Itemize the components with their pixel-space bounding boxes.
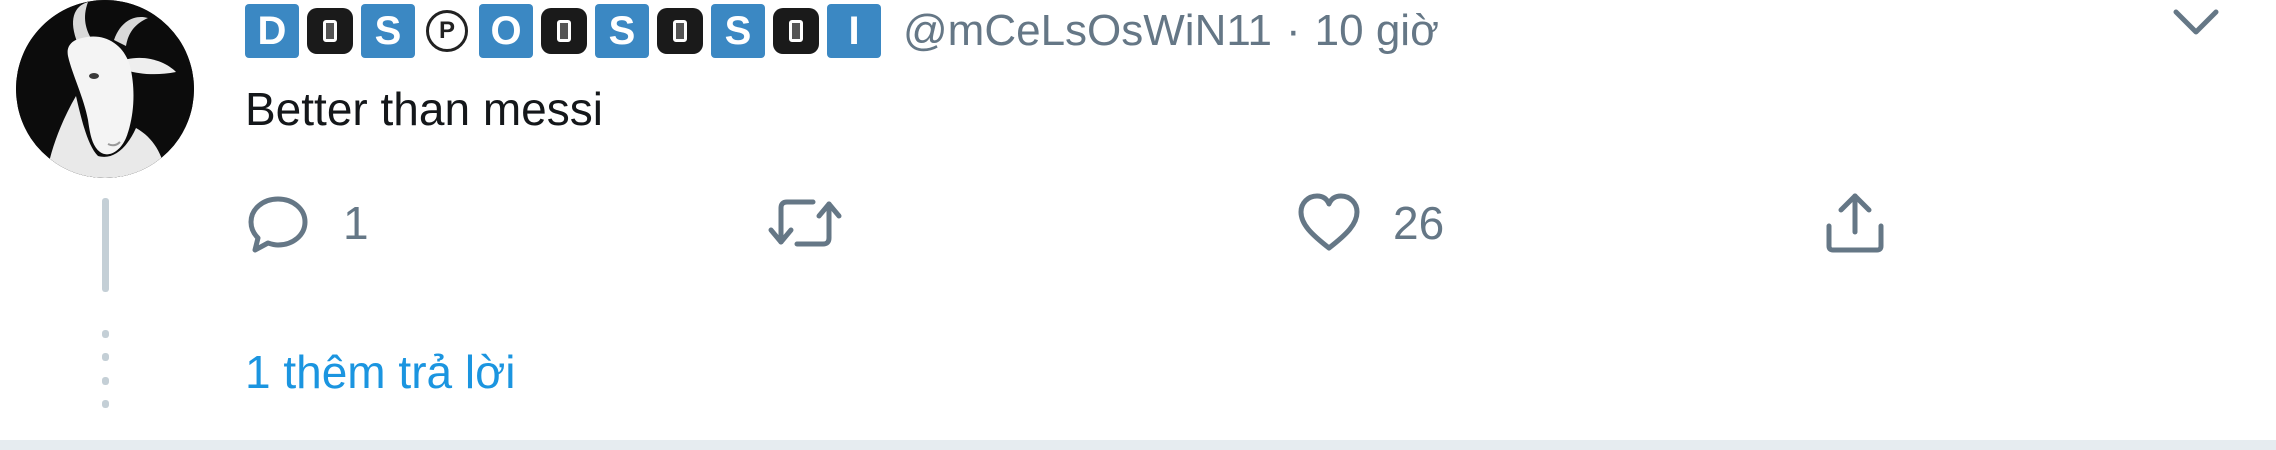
- reply-button[interactable]: 1: [245, 190, 369, 256]
- name-letter-tile: S: [595, 4, 649, 58]
- reply-count: 1: [343, 197, 369, 249]
- user-handle[interactable]: @mCeLsOsWiN11: [903, 6, 1272, 56]
- display-name[interactable]: DSPOSSI: [245, 4, 881, 58]
- reply-icon: [248, 196, 308, 253]
- like-count: 26: [1393, 197, 1445, 249]
- show-more-replies-link[interactable]: 1 thêm trả lời: [245, 345, 515, 399]
- name-symbol-icon: [541, 8, 587, 54]
- retweet-icon: [768, 199, 842, 247]
- name-letter-tile: S: [711, 4, 765, 58]
- divider: [0, 440, 2276, 450]
- chevron-down-icon[interactable]: [2168, 2, 2224, 42]
- tweet-header: DSPOSSI @mCeLsOsWiN11 · 10 giờ: [245, 0, 1439, 62]
- heart-icon: [1298, 193, 1360, 251]
- share-icon: [1826, 193, 1884, 253]
- tweet-text: Better than messi: [245, 83, 603, 135]
- name-letter-tile: I: [827, 4, 881, 58]
- name-symbol-icon: [773, 8, 819, 54]
- name-letter-tile: O: [479, 4, 533, 58]
- share-button[interactable]: [1823, 190, 1887, 256]
- timestamp[interactable]: 10 giờ: [1315, 6, 1439, 56]
- avatar[interactable]: [16, 0, 194, 178]
- circled-letter-text: P: [426, 10, 468, 52]
- retweet-button[interactable]: [765, 190, 845, 256]
- separator-dot: ·: [1286, 6, 1301, 55]
- tweet-actions: 1 26: [245, 190, 1945, 256]
- name-symbol-icon: [657, 8, 703, 54]
- tweet[interactable]: DSPOSSI @mCeLsOsWiN11 · 10 giờ Better th…: [0, 0, 2276, 440]
- thread-line: [102, 198, 109, 292]
- name-letter-tile: D: [245, 4, 299, 58]
- name-symbol-icon: [307, 8, 353, 54]
- goat-avatar-icon: [16, 0, 194, 178]
- like-button[interactable]: 26: [1297, 190, 1444, 256]
- name-circled-letter: P: [423, 7, 471, 55]
- name-letter-tile: S: [361, 4, 415, 58]
- thread-dots: [102, 330, 109, 408]
